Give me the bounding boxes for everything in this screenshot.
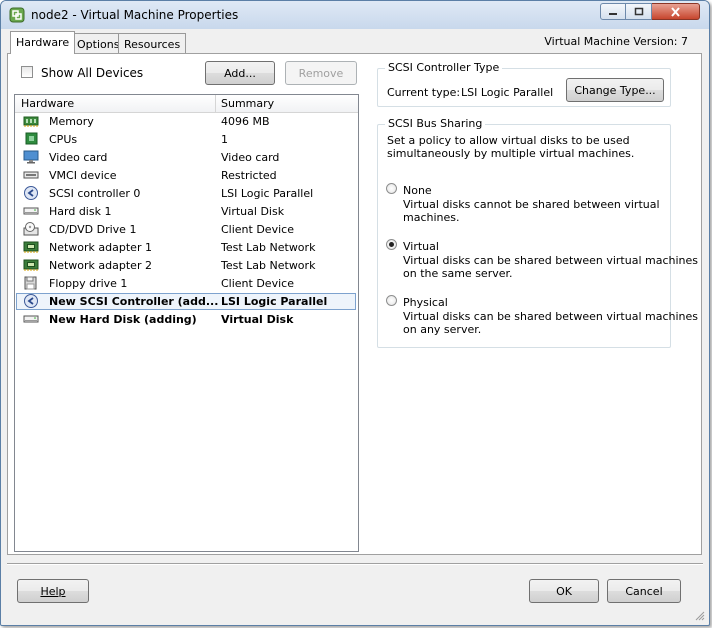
hard-disk-icon bbox=[23, 207, 39, 215]
row-hardware-name: VMCI device bbox=[49, 169, 117, 182]
maximize-button[interactable] bbox=[626, 3, 652, 20]
sharing-physical-description: on any server. bbox=[403, 323, 482, 336]
table-row[interactable]: SCSI controller 0 LSI Logic Parallel bbox=[16, 185, 356, 202]
table-row[interactable]: CPUs 1 bbox=[16, 131, 356, 148]
row-summary: Virtual Disk bbox=[221, 205, 285, 218]
table-row[interactable]: Memory 4096 MB bbox=[16, 113, 356, 130]
row-summary: Test Lab Network bbox=[221, 241, 316, 254]
minimize-button[interactable] bbox=[600, 3, 626, 20]
row-summary: Virtual Disk bbox=[221, 313, 294, 326]
cancel-button[interactable]: Cancel bbox=[607, 579, 681, 603]
vm-version-label: Virtual Machine Version: 7 bbox=[544, 35, 688, 48]
cpu-icon bbox=[25, 132, 38, 145]
table-row[interactable]: New Hard Disk (adding) Virtual Disk bbox=[16, 311, 356, 328]
table-row[interactable]: Hard disk 1 Virtual Disk bbox=[16, 203, 356, 220]
row-hardware-name: Network adapter 1 bbox=[49, 241, 152, 254]
row-summary: LSI Logic Parallel bbox=[221, 295, 328, 308]
row-hardware-name: Memory bbox=[49, 115, 94, 128]
row-hardware-name: New Hard Disk (adding) bbox=[49, 313, 197, 326]
scsi-controller-icon bbox=[24, 294, 38, 308]
tab-hardware[interactable]: Hardware bbox=[10, 31, 76, 54]
row-summary: Client Device bbox=[221, 277, 294, 290]
bus-sharing-description: simultaneously by multiple virtual machi… bbox=[387, 147, 635, 160]
show-all-devices-checkbox[interactable] bbox=[21, 66, 33, 78]
row-summary: 4096 MB bbox=[221, 115, 270, 128]
minimize-icon bbox=[609, 12, 617, 15]
row-summary: Test Lab Network bbox=[221, 259, 316, 272]
device-icon bbox=[23, 171, 39, 179]
cd-dvd-icon bbox=[23, 222, 39, 236]
hardware-list: Hardware Summary Memory 4096 MB CPUs 1 V… bbox=[14, 94, 359, 552]
row-summary: Client Device bbox=[221, 223, 294, 236]
table-row[interactable]: Network adapter 2 Test Lab Network bbox=[16, 257, 356, 274]
sharing-none-description: Virtual disks cannot be shared between v… bbox=[403, 198, 660, 211]
current-type-value: LSI Logic Parallel bbox=[461, 86, 554, 99]
window-title: node2 - Virtual Machine Properties bbox=[31, 8, 239, 22]
hardware-list-header: Hardware Summary bbox=[15, 95, 358, 113]
current-type-label: Current type: bbox=[387, 86, 461, 99]
sharing-physical-label[interactable]: Physical bbox=[403, 296, 448, 309]
table-row[interactable]: VMCI device Restricted bbox=[16, 167, 356, 184]
vm-app-icon bbox=[9, 7, 25, 23]
resize-grip-icon[interactable] bbox=[693, 609, 705, 621]
help-button[interactable]: Help bbox=[17, 579, 89, 603]
row-summary: 1 bbox=[221, 133, 228, 146]
memory-icon bbox=[23, 116, 39, 127]
show-all-devices-label[interactable]: Show All Devices bbox=[41, 66, 143, 80]
remove-device-button[interactable]: Remove bbox=[285, 61, 357, 85]
row-summary: Video card bbox=[221, 151, 280, 164]
row-hardware-name: Hard disk 1 bbox=[49, 205, 112, 218]
controller-type-title: SCSI Controller Type bbox=[385, 61, 503, 74]
row-hardware-name: SCSI controller 0 bbox=[49, 187, 141, 200]
table-row[interactable]: Video card Video card bbox=[16, 149, 356, 166]
maximize-icon bbox=[634, 7, 643, 16]
network-adapter-icon bbox=[23, 241, 39, 253]
row-hardware-name: Video card bbox=[49, 151, 108, 164]
change-type-button[interactable]: Change Type... bbox=[566, 78, 664, 102]
sharing-virtual-description: Virtual disks can be shared between virt… bbox=[403, 254, 699, 267]
row-summary: LSI Logic Parallel bbox=[221, 187, 314, 200]
close-window-button[interactable] bbox=[652, 3, 700, 20]
row-hardware-name: CPUs bbox=[49, 133, 78, 146]
sharing-virtual-radio[interactable] bbox=[386, 239, 397, 250]
table-row[interactable]: Floppy drive 1 Client Device bbox=[16, 275, 356, 292]
properties-window: node2 - Virtual Machine Properties Hardw… bbox=[0, 0, 710, 626]
bus-sharing-description: Set a policy to allow virtual disks to b… bbox=[387, 134, 630, 147]
ok-button[interactable]: OK bbox=[529, 579, 599, 603]
bus-sharing-title: SCSI Bus Sharing bbox=[385, 117, 486, 130]
close-icon bbox=[671, 6, 680, 17]
scsi-controller-icon bbox=[24, 186, 38, 200]
add-device-button[interactable]: Add... bbox=[205, 61, 275, 85]
table-row[interactable]: CD/DVD Drive 1 Client Device bbox=[16, 221, 356, 238]
sharing-physical-radio[interactable] bbox=[386, 295, 397, 306]
column-divider[interactable] bbox=[215, 95, 216, 112]
monitor-icon bbox=[23, 150, 39, 164]
row-hardware-name: Network adapter 2 bbox=[49, 259, 152, 272]
row-summary: Restricted bbox=[221, 169, 277, 182]
sharing-none-label[interactable]: None bbox=[403, 184, 432, 197]
table-row[interactable]: Network adapter 1 Test Lab Network bbox=[16, 239, 356, 256]
sharing-virtual-description: on the same server. bbox=[403, 267, 513, 280]
row-hardware-name: New SCSI Controller (add... bbox=[49, 295, 219, 308]
table-row-selected[interactable]: New SCSI Controller (add... LSI Logic Pa… bbox=[16, 293, 356, 310]
column-header-hardware[interactable]: Hardware bbox=[21, 97, 74, 110]
hard-disk-icon bbox=[23, 315, 39, 323]
row-hardware-name: CD/DVD Drive 1 bbox=[49, 223, 137, 236]
column-header-summary[interactable]: Summary bbox=[221, 97, 274, 110]
footer-divider bbox=[7, 563, 703, 565]
sharing-physical-description: Virtual disks can be shared between virt… bbox=[403, 310, 699, 323]
sharing-none-description: machines. bbox=[403, 211, 460, 224]
tab-resources[interactable]: Resources bbox=[118, 33, 187, 53]
network-adapter-icon bbox=[23, 259, 39, 271]
title-bar[interactable]: node2 - Virtual Machine Properties bbox=[1, 1, 709, 29]
sharing-virtual-label[interactable]: Virtual bbox=[403, 240, 439, 253]
floppy-icon bbox=[24, 276, 37, 290]
sharing-none-radio[interactable] bbox=[386, 183, 397, 194]
row-hardware-name: Floppy drive 1 bbox=[49, 277, 128, 290]
